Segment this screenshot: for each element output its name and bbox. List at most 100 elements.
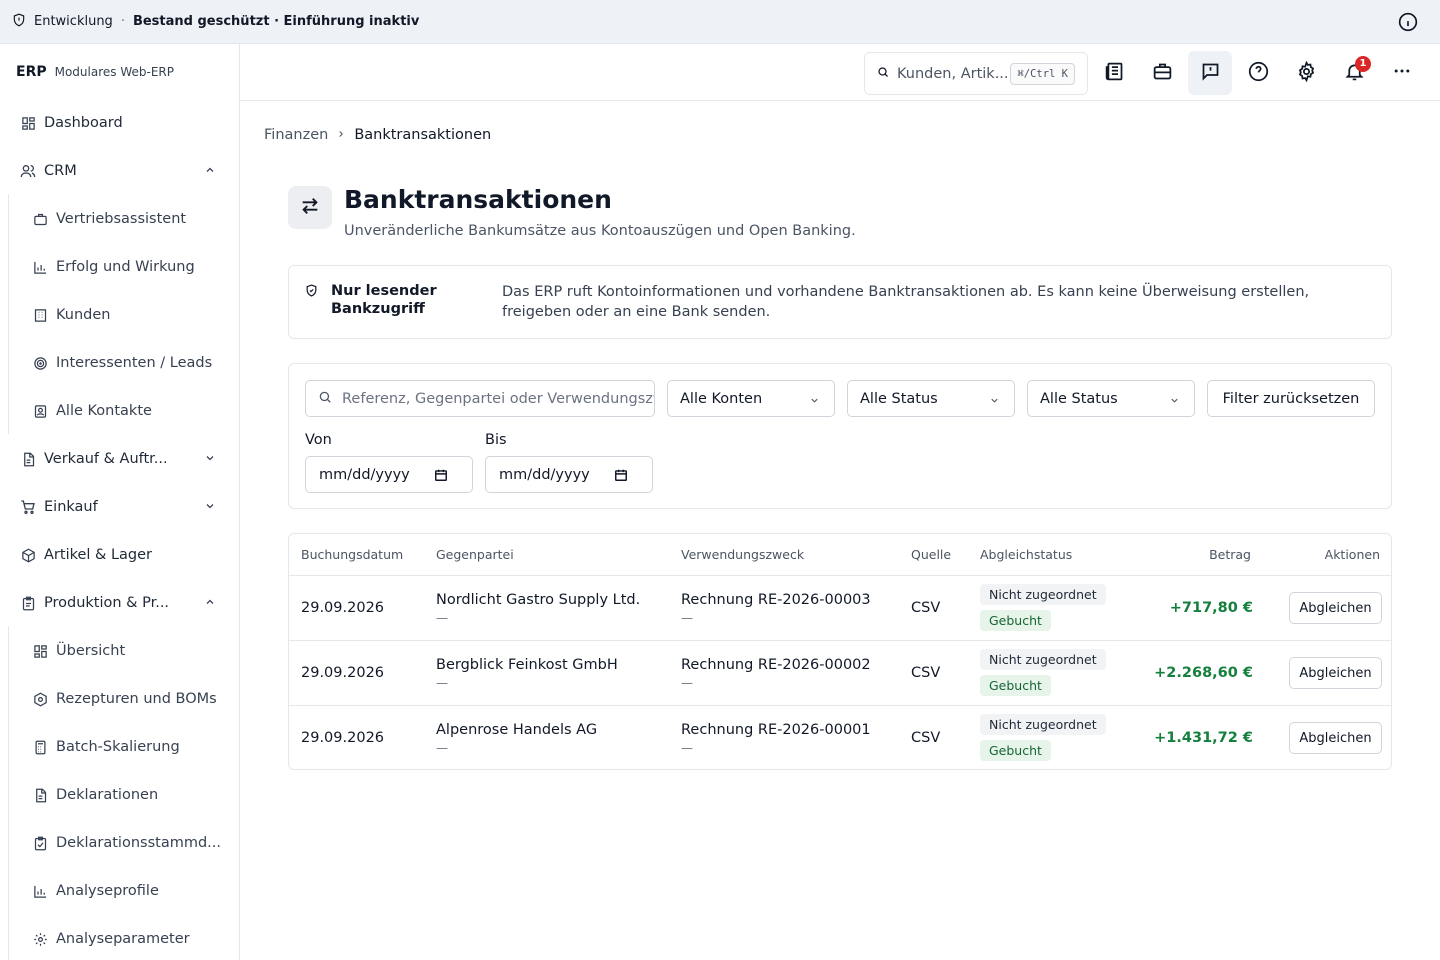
sidebar-item-batch[interactable]: Batch-Skalierung xyxy=(20,727,226,767)
status-select-1[interactable]: Alle Status xyxy=(847,380,1015,417)
breadcrumb-current: Banktransaktionen xyxy=(354,127,492,143)
sidebar-item-label: CRM xyxy=(44,163,77,179)
from-date-input[interactable]: mm/dd/yyyy xyxy=(305,456,473,493)
feedback-button[interactable] xyxy=(1188,51,1232,95)
chevron-right-icon xyxy=(336,127,346,143)
newspaper-icon xyxy=(1104,61,1125,86)
transaction-search-placeholder: Referenz, Gegenpartei oder Verwendungszw… xyxy=(342,390,654,407)
table-row[interactable]: 29.09.2026 Bergblick Feinkost GmbH — Rec… xyxy=(289,641,1391,706)
account-select[interactable]: Alle Konten xyxy=(667,380,835,417)
dashboard-icon xyxy=(20,115,36,131)
environment-banner: Entwicklung · Bestand geschützt · Einfüh… xyxy=(0,0,1440,44)
source: CSV xyxy=(911,730,941,746)
from-date-label: Von xyxy=(305,432,332,448)
column-header-party[interactable]: Gegenpartei xyxy=(436,534,514,575)
sidebar-item-label: Analyseprofile xyxy=(56,883,159,899)
sidebar-item-rezepturen[interactable]: Rezepturen und BOMs xyxy=(20,679,226,719)
reconcile-button[interactable]: Abgleichen xyxy=(1289,592,1382,624)
filter-panel: Referenz, Gegenpartei oder Verwendungszw… xyxy=(288,363,1392,509)
counterparty: Nordlicht Gastro Supply Ltd. xyxy=(436,592,641,608)
bar-chart-icon xyxy=(32,883,48,899)
global-search[interactable]: Kunden, Artik... ⌘/Ctrl K xyxy=(864,52,1088,95)
chevron-down-icon xyxy=(1169,394,1180,410)
column-header-actions: Aktionen xyxy=(1324,547,1380,562)
column-header-purpose[interactable]: Verwendungszweck xyxy=(681,534,804,575)
purpose: Rechnung RE-2026-00003 xyxy=(681,592,871,608)
sidebar-item-uebersicht[interactable]: Übersicht xyxy=(20,631,226,671)
chevron-down-icon xyxy=(204,500,216,516)
sidebar-item-analyseprofile[interactable]: Analyseprofile xyxy=(20,871,226,911)
sidebar-item-deklarationsstammdaten[interactable]: Deklarationsstammd... xyxy=(20,823,226,863)
sidebar-item-artikel[interactable]: Artikel & Lager xyxy=(8,535,228,575)
calendar-icon[interactable] xyxy=(614,468,628,486)
package-icon xyxy=(20,547,36,563)
news-button[interactable] xyxy=(1092,51,1136,95)
match-status-badge: Nicht zugeordnet xyxy=(980,649,1106,670)
account-select-value: Alle Konten xyxy=(680,390,763,407)
sidebar-item-leads[interactable]: Interessenten / Leads xyxy=(20,343,226,383)
page-icon xyxy=(288,186,332,229)
amount: +1.431,72 € xyxy=(1154,730,1253,746)
sidebar-item-einkauf[interactable]: Einkauf xyxy=(8,487,228,527)
reconcile-button[interactable]: Abgleichen xyxy=(1289,722,1382,754)
sidebar-item-label: Produktion & Pr... xyxy=(44,595,170,611)
briefcase-button[interactable] xyxy=(1140,51,1184,95)
sidebar-item-analyseparameter[interactable]: Analyseparameter xyxy=(20,919,226,959)
sidebar-item-label: Übersicht xyxy=(56,643,126,659)
column-header-amount[interactable]: Betrag xyxy=(1209,534,1251,575)
help-button[interactable] xyxy=(1236,51,1280,95)
column-header-date[interactable]: Buchungsdatum xyxy=(301,534,403,575)
sidebar-item-produktion[interactable]: Produktion & Pr... xyxy=(8,583,228,623)
sidebar-item-erfolg[interactable]: Erfolg und Wirkung xyxy=(20,247,226,287)
calendar-icon[interactable] xyxy=(434,468,448,486)
from-date-value: mm/dd/yyyy xyxy=(319,466,410,483)
brand-logo: ERP xyxy=(16,64,47,80)
reset-filters-button[interactable]: Filter zurücksetzen xyxy=(1207,380,1375,417)
match-status-badge: Nicht zugeordnet xyxy=(980,714,1106,735)
sidebar-item-label: Kunden xyxy=(56,307,111,323)
chevron-down-icon xyxy=(204,452,216,468)
document-icon xyxy=(32,787,48,803)
column-header-status[interactable]: Abgleichstatus xyxy=(980,534,1072,575)
to-date-input[interactable]: mm/dd/yyyy xyxy=(485,456,653,493)
info-icon[interactable] xyxy=(1398,12,1418,36)
users-icon xyxy=(20,163,36,179)
sidebar-item-label: Einkauf xyxy=(44,499,98,515)
source: CSV xyxy=(911,665,941,681)
transaction-search-input[interactable]: Referenz, Gegenpartei oder Verwendungszw… xyxy=(305,380,655,417)
status-select-value: Alle Status xyxy=(860,390,938,407)
booking-date: 29.09.2026 xyxy=(301,665,385,681)
more-button[interactable] xyxy=(1380,51,1424,95)
settings-button[interactable] xyxy=(1284,51,1328,95)
sidebar-item-vertriebsassistent[interactable]: Vertriebsassistent xyxy=(20,199,226,239)
transactions-table: Buchungsdatum Gegenpartei Verwendungszwe… xyxy=(288,533,1392,770)
sidebar-item-deklarationen[interactable]: Deklarationen xyxy=(20,775,226,815)
notice-text: Das ERP ruft Kontoinformationen und vorh… xyxy=(502,284,1310,320)
table-row[interactable]: 29.09.2026 Nordlicht Gastro Supply Ltd. … xyxy=(289,576,1391,641)
counterparty-detail: — xyxy=(436,741,448,755)
sidebar-item-kontakte[interactable]: Alle Kontakte xyxy=(20,391,226,431)
sidebar-item-label: Batch-Skalierung xyxy=(56,739,180,755)
target-icon xyxy=(32,355,48,371)
production-submenu-line xyxy=(8,626,9,960)
sidebar-item-crm[interactable]: CRM xyxy=(8,151,228,191)
column-header-source[interactable]: Quelle xyxy=(911,534,951,575)
status-select-2[interactable]: Alle Status xyxy=(1027,380,1195,417)
sidebar-item-kunden[interactable]: Kunden xyxy=(20,295,226,335)
breadcrumb: Finanzen Banktransaktionen xyxy=(264,127,491,143)
sidebar-item-label: Deklarationen xyxy=(56,787,159,803)
readonly-notice: Nur lesender Bankzugriff Das ERP ruft Ko… xyxy=(288,265,1392,339)
booking-status-badge: Gebucht xyxy=(980,610,1051,631)
sidebar-item-verkauf[interactable]: Verkauf & Auftr... xyxy=(8,439,228,479)
chevron-down-icon xyxy=(989,394,1000,410)
reconcile-button[interactable]: Abgleichen xyxy=(1289,657,1382,689)
to-date-label: Bis xyxy=(485,432,507,448)
help-icon xyxy=(1248,61,1269,86)
sidebar-item-dashboard[interactable]: Dashboard xyxy=(8,103,228,143)
document-icon xyxy=(20,451,36,467)
table-row[interactable]: 29.09.2026 Alpenrose Handels AG — Rechnu… xyxy=(289,706,1391,769)
breadcrumb-parent[interactable]: Finanzen xyxy=(264,127,328,143)
notifications-button[interactable]: 1 xyxy=(1332,51,1376,95)
gear-icon xyxy=(32,931,48,947)
booking-status-badge: Gebucht xyxy=(980,740,1051,761)
